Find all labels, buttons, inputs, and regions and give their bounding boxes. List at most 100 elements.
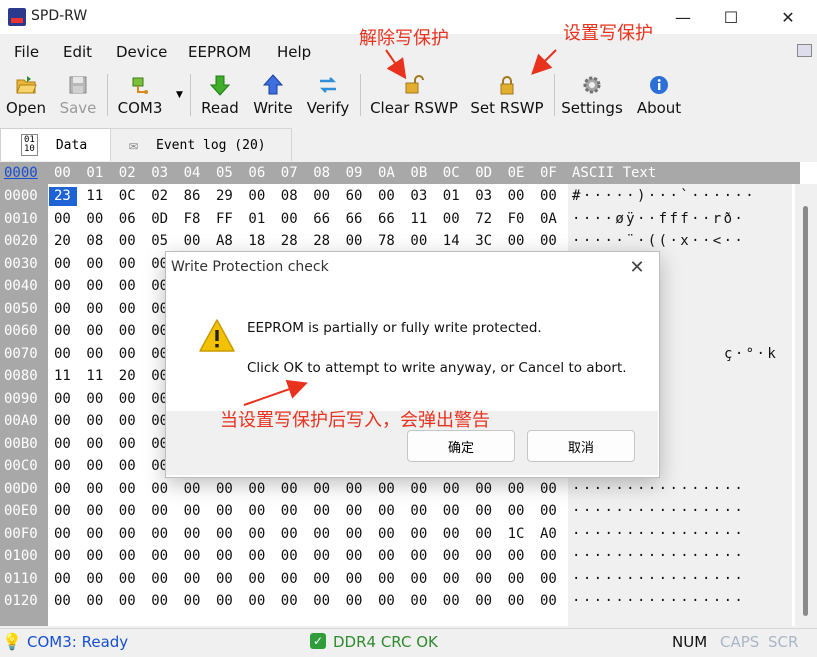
hex-cell[interactable]: 28 bbox=[313, 233, 330, 249]
hex-cell[interactable]: 00 bbox=[346, 481, 363, 497]
hex-cell[interactable]: 00 bbox=[313, 548, 330, 564]
hex-cell[interactable]: 00 bbox=[508, 481, 525, 497]
menu-file[interactable]: File bbox=[14, 43, 39, 61]
hex-cell[interactable]: 00 bbox=[508, 503, 525, 519]
hex-cell[interactable]: 08 bbox=[86, 233, 103, 249]
hex-cell[interactable]: 00 bbox=[313, 526, 330, 542]
menu-device[interactable]: Device bbox=[116, 43, 167, 61]
hex-cell[interactable]: 01 bbox=[248, 211, 265, 227]
hex-cell[interactable]: 00 bbox=[151, 571, 168, 587]
hex-cell[interactable]: 00 bbox=[119, 526, 136, 542]
hex-cell[interactable]: 00 bbox=[151, 481, 168, 497]
read-button[interactable]: Read bbox=[198, 70, 242, 120]
minimize-button[interactable]: — bbox=[660, 0, 706, 34]
hex-cell[interactable]: 00 bbox=[119, 593, 136, 609]
hex-cell[interactable]: 00 bbox=[410, 548, 427, 564]
hex-cell[interactable]: 00 bbox=[313, 188, 330, 204]
hex-cell[interactable]: 72 bbox=[475, 211, 492, 227]
hex-cell[interactable]: 00 bbox=[119, 481, 136, 497]
hex-cell[interactable]: 00 bbox=[216, 503, 233, 519]
hex-cell[interactable]: 00 bbox=[346, 233, 363, 249]
hex-cell[interactable]: 00 bbox=[313, 571, 330, 587]
hex-cell[interactable]: 00 bbox=[475, 593, 492, 609]
hex-cell[interactable]: 00 bbox=[54, 548, 71, 564]
hex-cell[interactable]: 03 bbox=[475, 188, 492, 204]
hex-cell[interactable]: 00 bbox=[313, 593, 330, 609]
hex-cell[interactable]: 00 bbox=[119, 301, 136, 317]
hex-cell[interactable]: 00 bbox=[443, 593, 460, 609]
hex-cell[interactable]: 00 bbox=[540, 593, 557, 609]
hex-cell[interactable]: 00 bbox=[346, 593, 363, 609]
hex-cell[interactable]: 00 bbox=[54, 256, 71, 272]
hex-cell[interactable]: 00 bbox=[54, 458, 71, 474]
menu-edit[interactable]: Edit bbox=[63, 43, 92, 61]
hex-cell[interactable]: 00 bbox=[410, 233, 427, 249]
hex-cell[interactable]: 00 bbox=[86, 301, 103, 317]
hex-cell[interactable]: 00 bbox=[443, 481, 460, 497]
hex-cell[interactable]: 00 bbox=[216, 526, 233, 542]
hex-cell[interactable]: 00 bbox=[119, 233, 136, 249]
hex-cell[interactable]: 00 bbox=[54, 413, 71, 429]
hex-cell[interactable]: 00 bbox=[54, 593, 71, 609]
hex-cell[interactable]: 00 bbox=[540, 548, 557, 564]
hex-cell[interactable]: 00 bbox=[119, 391, 136, 407]
tab-event-log[interactable]: ✉ Event log (20) bbox=[110, 128, 292, 161]
hex-cell[interactable]: 00 bbox=[410, 503, 427, 519]
hex-cell[interactable]: 00 bbox=[281, 571, 298, 587]
hex-cell[interactable]: 00 bbox=[119, 548, 136, 564]
hex-cell[interactable]: 00 bbox=[151, 548, 168, 564]
hex-cell[interactable]: 00 bbox=[119, 503, 136, 519]
hex-cell[interactable]: 66 bbox=[378, 211, 395, 227]
hex-cell[interactable]: 00 bbox=[378, 481, 395, 497]
hex-cell[interactable]: 00 bbox=[119, 278, 136, 294]
hex-cell[interactable]: F0 bbox=[508, 211, 525, 227]
hex-cell[interactable]: 00 bbox=[86, 413, 103, 429]
hex-cell[interactable]: 00 bbox=[475, 526, 492, 542]
hex-cell[interactable]: 00 bbox=[443, 571, 460, 587]
hex-cell[interactable]: 00 bbox=[184, 233, 201, 249]
hex-cell[interactable]: 00 bbox=[54, 391, 71, 407]
hex-cell[interactable]: 00 bbox=[184, 526, 201, 542]
hex-cell[interactable]: 00 bbox=[378, 503, 395, 519]
port-button[interactable]: COM3 bbox=[114, 70, 166, 120]
hex-cell[interactable]: 00 bbox=[86, 548, 103, 564]
hex-cell[interactable]: 00 bbox=[540, 503, 557, 519]
hex-cell[interactable]: A8 bbox=[216, 233, 233, 249]
hex-cell[interactable]: 20 bbox=[119, 368, 136, 384]
hex-cell[interactable]: 00 bbox=[508, 548, 525, 564]
hex-cell[interactable]: 00 bbox=[378, 188, 395, 204]
hex-cell[interactable]: 0D bbox=[151, 211, 168, 227]
hex-cell[interactable]: 00 bbox=[540, 188, 557, 204]
hex-cell[interactable]: 00 bbox=[410, 526, 427, 542]
hex-cell[interactable]: 00 bbox=[54, 301, 71, 317]
hex-cell[interactable]: 00 bbox=[54, 211, 71, 227]
hex-cell[interactable]: 00 bbox=[119, 436, 136, 452]
hex-cell[interactable]: 00 bbox=[216, 481, 233, 497]
hex-cell[interactable]: 00 bbox=[248, 188, 265, 204]
about-button[interactable]: About bbox=[633, 70, 685, 120]
hex-cell[interactable]: 00 bbox=[184, 593, 201, 609]
hex-cell[interactable]: 11 bbox=[410, 211, 427, 227]
hex-cell[interactable]: 00 bbox=[248, 503, 265, 519]
hex-cell[interactable]: 00 bbox=[216, 571, 233, 587]
hex-cell[interactable]: 00 bbox=[281, 481, 298, 497]
hex-cell[interactable]: 00 bbox=[475, 503, 492, 519]
hex-cell[interactable]: 00 bbox=[443, 526, 460, 542]
hex-cell[interactable]: 00 bbox=[119, 458, 136, 474]
menu-eeprom[interactable]: EEPROM bbox=[188, 43, 251, 61]
hex-cell[interactable]: 00 bbox=[248, 481, 265, 497]
hex-cell[interactable]: 00 bbox=[281, 526, 298, 542]
set-rswp-button[interactable]: Set RSWP bbox=[468, 70, 546, 120]
hex-cell[interactable]: 11 bbox=[86, 368, 103, 384]
hex-cell[interactable]: 00 bbox=[248, 593, 265, 609]
settings-button[interactable]: Settings bbox=[561, 70, 623, 120]
hex-cell[interactable]: 20 bbox=[54, 233, 71, 249]
clear-rswp-button[interactable]: Clear RSWP bbox=[369, 70, 459, 120]
hex-cell[interactable]: 06 bbox=[119, 211, 136, 227]
hex-cell[interactable]: 02 bbox=[151, 188, 168, 204]
hex-cell[interactable]: 00 bbox=[378, 571, 395, 587]
hex-cell[interactable]: 00 bbox=[410, 571, 427, 587]
hex-cell[interactable]: 00 bbox=[151, 593, 168, 609]
hex-cell[interactable]: 08 bbox=[281, 188, 298, 204]
tab-data[interactable]: 01 10 Data bbox=[0, 128, 112, 161]
